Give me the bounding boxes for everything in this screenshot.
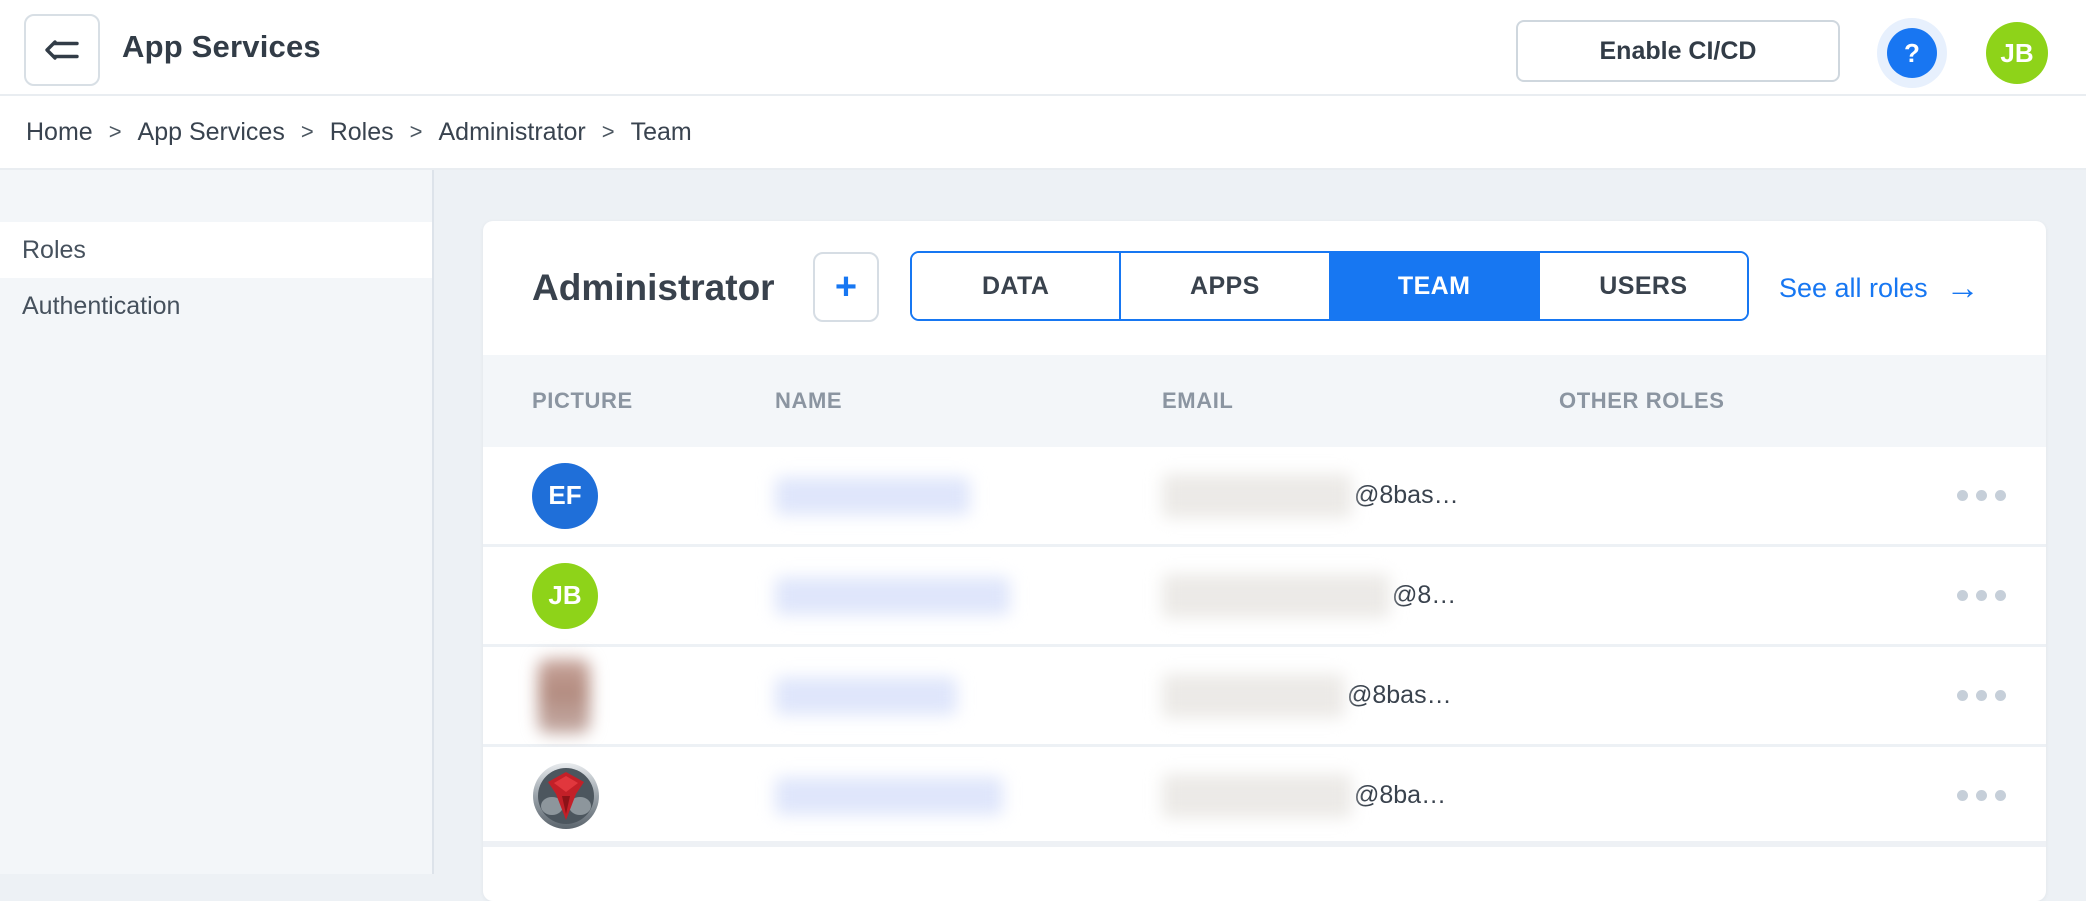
role-title: Administrator [532, 267, 775, 308]
column-header-email: EMAIL [1162, 388, 1234, 413]
email-domain-suffix: @8bas… [1354, 481, 1459, 509]
picture-cell [532, 647, 590, 744]
dot-icon [1956, 690, 1968, 701]
top-bar: App Services Enable CI/CD ? JB [0, 0, 2086, 96]
redacted-name[interactable] [775, 676, 957, 715]
question-mark-icon: ? [1887, 28, 1937, 78]
settings-sidebar: Roles Authentication [0, 170, 434, 874]
breadcrumb-item-app-services[interactable]: App Services [138, 118, 285, 147]
see-all-roles-link[interactable]: See all roles → [1779, 221, 1980, 355]
picture-cell: JB [532, 547, 598, 644]
row-actions-button[interactable] [1938, 447, 2024, 544]
sidebar-item-roles[interactable]: Roles [0, 222, 432, 278]
add-role-button[interactable]: + [813, 252, 879, 322]
arrow-right-icon: → [1945, 269, 1980, 307]
role-tabs: DATA APPS TEAM USERS [910, 251, 1749, 321]
email-cell: @8ba… [1162, 747, 1446, 844]
table-row: @8bas… [483, 647, 2046, 747]
email-cell: @8bas… [1162, 447, 1459, 544]
breadcrumb-item-team[interactable]: Team [631, 118, 692, 147]
table-row: JB @8… [483, 547, 2046, 647]
row-actions-button[interactable] [1938, 647, 2024, 744]
enable-cicd-button[interactable]: Enable CI/CD [1516, 20, 1840, 82]
dot-icon [1956, 490, 1968, 501]
redacted-email [1162, 573, 1390, 618]
row-actions-button[interactable] [1938, 747, 2024, 844]
name-cell [775, 547, 1010, 644]
redacted-email [1162, 673, 1345, 718]
collapse-sidebar-icon [41, 29, 83, 71]
email-domain-suffix: @8ba… [1354, 781, 1447, 809]
dot-icon [1994, 690, 2006, 701]
breadcrumb-separator: > [601, 119, 615, 144]
redacted-email [1162, 473, 1352, 518]
dot-icon [1975, 490, 1987, 501]
column-header-other-roles: OTHER ROLES [1559, 388, 1725, 413]
breadcrumb-item-home[interactable]: Home [26, 118, 93, 147]
picture-cell [532, 747, 600, 844]
row-actions-button[interactable] [1938, 547, 2024, 644]
name-cell [775, 447, 970, 544]
dot-icon [1975, 690, 1987, 701]
dot-icon [1975, 790, 1987, 801]
column-header-picture: PICTURE [532, 388, 633, 413]
redacted-name[interactable] [775, 476, 970, 515]
redacted-name[interactable] [775, 776, 1003, 815]
see-all-roles-label: See all roles [1779, 272, 1928, 303]
team-table-header: PICTURE NAME EMAIL OTHER ROLES [483, 355, 2046, 447]
app-services-page: App Services Enable CI/CD ? JB Home > Ap… [0, 0, 2086, 901]
breadcrumb-separator: > [300, 119, 314, 144]
dot-icon [1994, 490, 2006, 501]
dot-icon [1994, 790, 2006, 801]
table-row: @8ba… [483, 747, 2046, 847]
role-detail-card: Administrator + DATA APPS TEAM USERS See… [483, 221, 2046, 901]
member-avatar: JB [532, 562, 598, 629]
dot-icon [1994, 590, 2006, 601]
name-cell [775, 747, 1003, 844]
breadcrumb-separator: > [409, 119, 423, 144]
dot-icon [1956, 790, 1968, 801]
email-cell: @8bas… [1162, 647, 1452, 744]
redacted-name[interactable] [775, 576, 1010, 615]
sidebar-item-authentication[interactable]: Authentication [0, 278, 432, 334]
tab-apps[interactable]: APPS [1119, 253, 1329, 319]
page-title: App Services [122, 29, 321, 64]
redacted-email [1162, 773, 1352, 818]
breadcrumb: Home > App Services > Roles > Administra… [0, 96, 2086, 170]
email-cell: @8… [1162, 547, 1456, 644]
help-button[interactable]: ? [1877, 18, 1947, 88]
dot-icon [1975, 590, 1987, 601]
breadcrumb-item-administrator[interactable]: Administrator [438, 118, 585, 147]
dot-icon [1956, 590, 1968, 601]
name-cell [775, 647, 957, 744]
collapse-sidebar-button[interactable] [24, 14, 100, 86]
tab-team[interactable]: TEAM [1328, 253, 1538, 319]
tab-users[interactable]: USERS [1537, 253, 1747, 319]
user-avatar[interactable]: JB [1986, 22, 2048, 84]
tab-data[interactable]: DATA [912, 253, 1120, 319]
member-emblem-avatar [532, 762, 600, 830]
role-card-header: Administrator + DATA APPS TEAM USERS See… [483, 221, 2046, 355]
member-avatar: EF [532, 462, 598, 529]
table-row: EF @8bas… [483, 447, 2046, 547]
breadcrumb-separator: > [108, 119, 122, 144]
plus-icon: + [834, 266, 858, 308]
picture-cell: EF [532, 447, 598, 544]
next-row-partial [483, 847, 2046, 875]
member-photo-blurred [538, 658, 590, 733]
breadcrumb-item-roles[interactable]: Roles [330, 118, 394, 147]
email-domain-suffix: @8bas… [1347, 681, 1452, 709]
email-domain-suffix: @8… [1392, 581, 1457, 609]
column-header-name: NAME [775, 388, 843, 413]
